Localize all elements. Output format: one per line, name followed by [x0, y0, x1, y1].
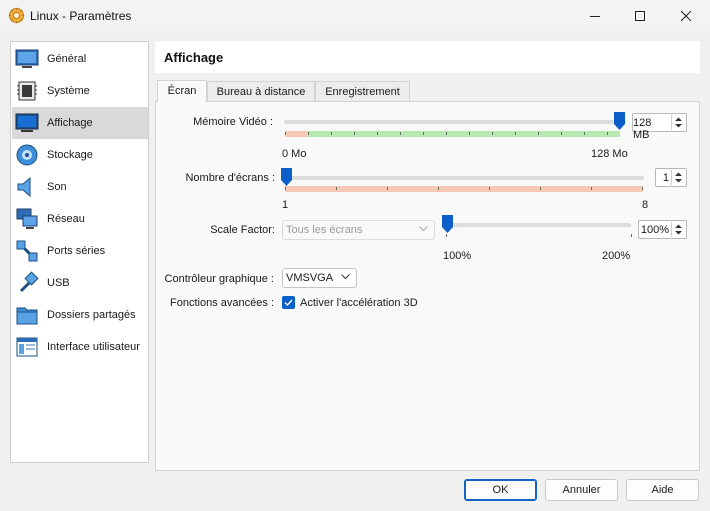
graphics-controller-label: Contrôleur graphique :	[164, 273, 274, 285]
sidebar-item-network[interactable]: Réseau	[12, 203, 148, 235]
sidebar-item-usb[interactable]: USB	[12, 267, 148, 299]
tab-screen[interactable]: Écran	[157, 80, 207, 102]
tab-label: Bureau à distance	[216, 86, 306, 98]
monitor-count-ticks	[285, 186, 643, 192]
tab-recording[interactable]: Enregistrement	[315, 81, 410, 102]
virtualbox-app-icon	[8, 7, 25, 24]
scale-factor-ticks	[446, 233, 632, 239]
chevron-down-icon	[419, 226, 428, 232]
graphics-controller-select[interactable]: VMSVGA	[282, 268, 357, 288]
sidebar-item-label: Système	[47, 85, 90, 97]
help-button[interactable]: Aide	[626, 479, 699, 501]
page-title: Affichage	[164, 50, 224, 65]
sidebar-item-label: Affichage	[47, 117, 93, 129]
sidebar-item-general[interactable]: Général	[12, 43, 148, 75]
spin-arrows[interactable]	[671, 115, 685, 130]
monitor-count-slider-track[interactable]	[284, 176, 644, 180]
sidebar-item-storage[interactable]: Stockage	[12, 139, 148, 171]
chevron-down-icon	[341, 274, 350, 280]
video-memory-slider-track[interactable]	[284, 120, 626, 124]
video-memory-value: 128 MB	[633, 117, 652, 141]
folder-icon	[16, 307, 38, 325]
video-memory-ticks	[285, 131, 620, 137]
cancel-button[interactable]: Annuler	[545, 479, 618, 501]
sidebar-item-sound[interactable]: Son	[12, 171, 148, 203]
settings-content: Affichage Écran Bureau à distance Enregi…	[155, 41, 700, 471]
sidebar-item-label: Général	[47, 53, 87, 65]
checkmark-icon	[284, 299, 293, 307]
sidebar-item-label: USB	[47, 277, 70, 289]
system-chip-icon	[17, 81, 37, 101]
monitor-count-spinbox[interactable]: 1	[655, 168, 687, 187]
monitor-count-value: 1	[662, 172, 669, 184]
usb-icon	[19, 271, 39, 293]
scale-factor-max-label: 200%	[602, 250, 631, 262]
sidebar-item-label: Stockage	[47, 149, 93, 161]
video-memory-label: Mémoire Vidéo :	[193, 116, 273, 128]
ok-button-label: OK	[492, 484, 509, 496]
ok-button[interactable]: OK	[464, 479, 537, 501]
scale-factor-scope-value: Tous les écrans	[286, 224, 363, 236]
scale-factor-scope-select: Tous les écrans	[282, 220, 435, 240]
sidebar-item-label: Réseau	[47, 213, 85, 225]
advanced-features-label: Fonctions avancées :	[170, 297, 274, 309]
video-memory-min-label: 0 Mo	[282, 148, 307, 160]
monitor-count-max-label: 8	[642, 199, 649, 211]
minimize-button[interactable]	[572, 0, 618, 31]
close-icon	[681, 10, 691, 21]
spin-up-down-icon	[675, 172, 682, 183]
sidebar-item-label: Dossiers partagés	[47, 309, 136, 321]
scale-factor-slider-track[interactable]	[444, 223, 631, 227]
general-monitor-icon	[15, 49, 39, 68]
title-bar: Linux - Paramètres	[0, 0, 710, 31]
monitor-count-label: Nombre d'écrans :	[185, 172, 275, 184]
serial-port-icon	[16, 240, 38, 262]
video-memory-spinbox[interactable]: 128 MB	[632, 113, 687, 141]
spin-arrows[interactable]	[671, 170, 685, 185]
spin-arrows[interactable]	[671, 222, 685, 237]
maximize-button[interactable]	[617, 0, 663, 31]
scale-factor-value: 100%	[640, 224, 669, 236]
network-icon	[16, 208, 38, 229]
tab-label: Enregistrement	[325, 86, 400, 98]
sidebar-item-label: Interface utilisateur	[47, 341, 140, 353]
scale-factor-min-label: 100%	[443, 250, 472, 262]
scale-factor-label: Scale Factor:	[210, 224, 275, 236]
help-button-label: Aide	[651, 484, 674, 496]
sidebar-item-system[interactable]: Système	[12, 75, 148, 107]
section-header: Affichage	[155, 41, 700, 73]
monitor-count-slider-handle[interactable]	[281, 168, 292, 186]
sidebar-item-display[interactable]: Affichage	[12, 107, 148, 139]
3d-acceleration-label[interactable]: Activer l'accélération 3D	[300, 297, 418, 309]
display-monitor-icon	[15, 113, 39, 132]
settings-sidebar: Général Système Affichage Stockage Son R…	[10, 41, 149, 463]
video-memory-max-label: 128 Mo	[591, 148, 628, 160]
tab-remote-display[interactable]: Bureau à distance	[207, 81, 315, 102]
spin-up-down-icon	[675, 224, 682, 235]
speaker-icon	[17, 176, 31, 198]
user-interface-icon	[16, 337, 38, 357]
close-button[interactable]	[663, 0, 709, 31]
window-title: Linux - Paramètres	[30, 9, 132, 23]
cancel-button-label: Annuler	[562, 484, 601, 496]
sidebar-item-shared-folders[interactable]: Dossiers partagés	[12, 299, 148, 331]
maximize-icon	[635, 10, 645, 21]
spin-up-down-icon	[675, 117, 682, 128]
sidebar-item-label: Ports séries	[47, 245, 106, 257]
minimize-icon	[590, 15, 600, 17]
graphics-controller-value: VMSVGA	[286, 272, 334, 284]
scale-factor-slider-handle[interactable]	[442, 215, 453, 233]
tab-panel-screen: Mémoire Vidéo : 0 Mo 128 Mo 128 MB Nombr…	[155, 101, 700, 471]
storage-disk-icon	[16, 144, 38, 166]
tab-label: Écran	[167, 85, 197, 97]
scale-factor-spinbox[interactable]: 100%	[638, 220, 687, 239]
monitor-count-min-label: 1	[282, 199, 289, 211]
sidebar-item-user-interface[interactable]: Interface utilisateur	[12, 331, 148, 363]
3d-acceleration-checkbox[interactable]	[282, 296, 295, 309]
sidebar-item-serial-ports[interactable]: Ports séries	[12, 235, 148, 267]
sidebar-item-label: Son	[47, 181, 67, 193]
video-memory-slider-handle[interactable]	[614, 112, 625, 130]
